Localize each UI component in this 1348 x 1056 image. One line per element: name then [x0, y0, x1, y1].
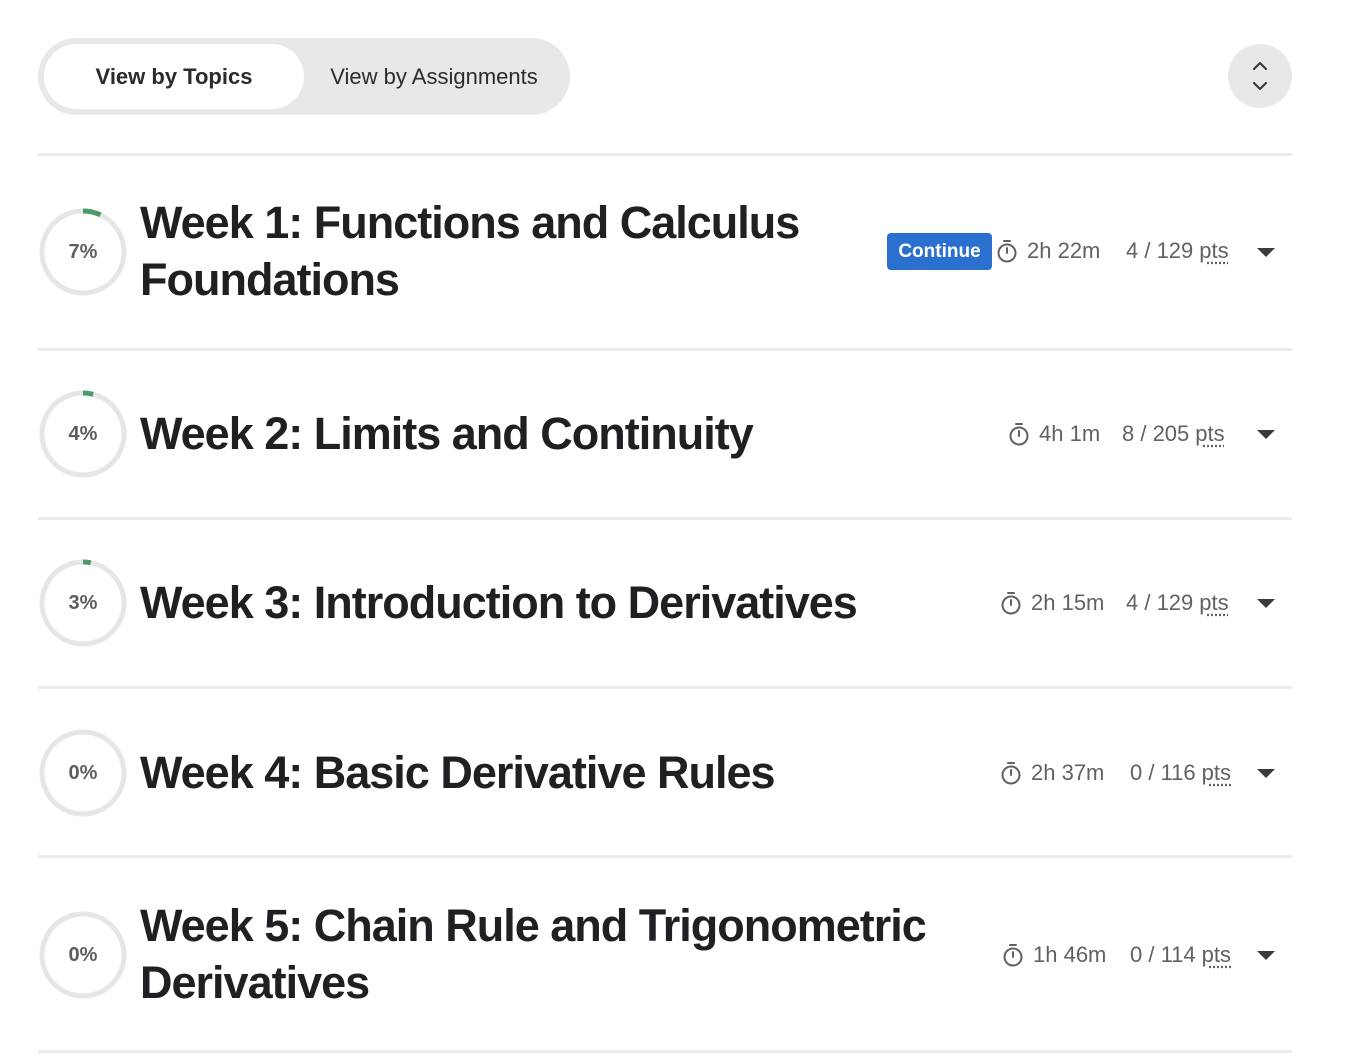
progress-ring: 0%	[38, 728, 128, 818]
duration: 4h 1m	[1008, 421, 1100, 447]
duration-text: 4h 1m	[1039, 421, 1101, 446]
progress-ring: 4%	[38, 389, 128, 479]
week-title-line: Week 1: Functions and Calculus	[140, 197, 800, 248]
week-title-line: Week 4: Basic Derivative Rules	[140, 747, 776, 798]
duration-text: 2h 15m	[1031, 590, 1105, 615]
chevron-down-icon[interactable]	[1255, 427, 1277, 441]
week-title[interactable]: Week 1: Functions and Calculus Foundatio…	[140, 194, 800, 308]
timer-icon	[1001, 762, 1021, 785]
pts-label: pts	[1195, 421, 1225, 446]
duration: 1h 46m	[1002, 942, 1106, 968]
progress-ring: 0%	[38, 910, 128, 1000]
points: 0 / 116 pts	[1130, 760, 1231, 786]
divider	[38, 1050, 1292, 1053]
week-row[interactable]: 0% Week 5: Chain Rule and Trigonometric …	[38, 858, 1292, 1050]
week-row[interactable]: 7% Week 1: Functions and Calculus Founda…	[38, 156, 1292, 348]
week-title-line: Foundations	[140, 254, 400, 305]
points: 4 / 129 pts	[1126, 238, 1229, 264]
progress-ring: 3%	[38, 558, 128, 648]
pts-label: pts	[1201, 760, 1232, 785]
week-title[interactable]: Week 5: Chain Rule and Trigonometric Der…	[140, 897, 927, 1011]
points: 0 / 114 pts	[1130, 942, 1231, 968]
points-text: 0 / 116	[1130, 760, 1196, 785]
points-text: 0 / 114	[1130, 942, 1196, 967]
progress-percentage: 4%	[68, 422, 98, 445]
timer-icon	[997, 240, 1017, 263]
pts-label: pts	[1201, 942, 1232, 967]
week-title-line: Week 3: Introduction to Derivatives	[140, 577, 858, 628]
points: 4 / 129 pts	[1126, 590, 1229, 616]
progress-percentage: 7%	[68, 240, 98, 263]
duration-text: 2h 22m	[1027, 238, 1101, 263]
expand-collapse-all-button[interactable]	[1228, 44, 1292, 108]
view-by-assignments-tab[interactable]: View by Assignments	[304, 44, 564, 109]
pts-label: pts	[1199, 590, 1229, 615]
continue-button[interactable]: Continue	[887, 233, 992, 270]
progress-percentage: 3%	[68, 591, 98, 614]
week-title-line: Derivatives	[140, 957, 370, 1008]
chevron-down-icon[interactable]	[1255, 766, 1277, 780]
duration: 2h 15m	[1000, 590, 1104, 616]
chevron-down-icon[interactable]	[1255, 596, 1277, 610]
chevron-down-icon[interactable]	[1255, 948, 1277, 962]
timer-icon	[1003, 944, 1023, 967]
week-title-line: Week 2: Limits and Continuity	[140, 408, 754, 459]
duration: 2h 37m	[1000, 760, 1104, 786]
week-row[interactable]: 4% Week 2: Limits and Continuity 4h 1m 8…	[38, 351, 1292, 517]
week-title[interactable]: Week 4: Basic Derivative Rules	[140, 744, 776, 801]
progress-percentage: 0%	[68, 761, 98, 784]
duration-text: 2h 37m	[1031, 760, 1105, 785]
week-row[interactable]: 3% Week 3: Introduction to Derivatives 2…	[38, 520, 1292, 686]
view-by-topics-tab[interactable]: View by Topics	[44, 44, 304, 109]
pts-label: pts	[1199, 238, 1229, 263]
points-text: 8 / 205	[1122, 421, 1190, 446]
duration: 2h 22m	[996, 238, 1100, 264]
timer-icon	[1001, 592, 1021, 615]
points: 8 / 205 pts	[1122, 421, 1225, 447]
progress-ring: 7%	[38, 207, 128, 297]
points-text: 4 / 129	[1126, 590, 1194, 615]
week-title-line: Week 5: Chain Rule and Trigonometric	[140, 900, 927, 951]
duration-text: 1h 46m	[1033, 942, 1107, 967]
progress-percentage: 0%	[68, 943, 98, 966]
points-text: 4 / 129	[1126, 238, 1194, 263]
chevron-up-down-icon	[1252, 61, 1268, 91]
chevron-down-icon[interactable]	[1255, 245, 1277, 259]
week-title[interactable]: Week 3: Introduction to Derivatives	[140, 574, 858, 631]
view-toggle: View by Topics View by Assignments	[38, 38, 570, 115]
week-row[interactable]: 0% Week 4: Basic Derivative Rules 2h 37m…	[38, 689, 1292, 855]
week-title[interactable]: Week 2: Limits and Continuity	[140, 405, 754, 462]
timer-icon	[1009, 423, 1029, 446]
